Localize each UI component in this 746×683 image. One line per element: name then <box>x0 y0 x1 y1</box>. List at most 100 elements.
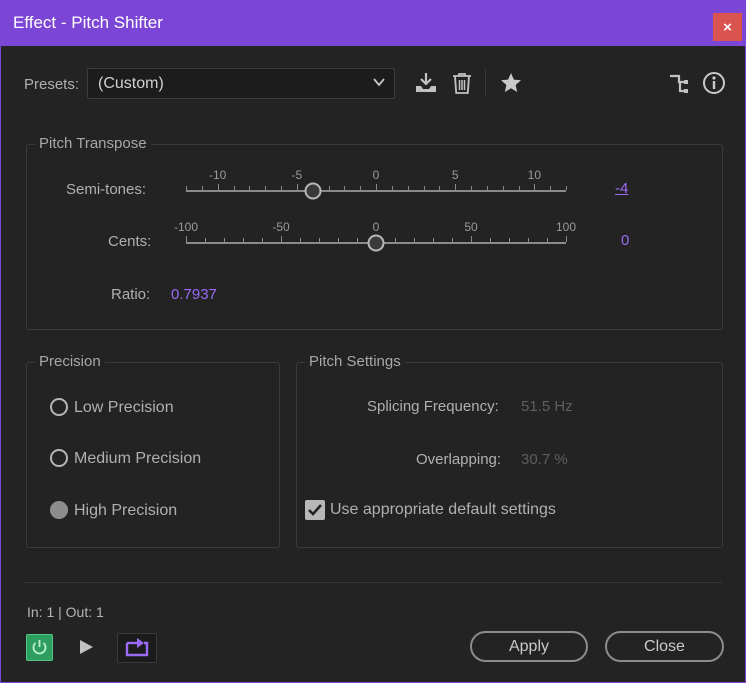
semitones-tick <box>249 186 250 190</box>
cents-tick <box>319 238 320 242</box>
semitones-tick <box>534 184 535 190</box>
semitones-tick <box>550 186 551 190</box>
splicing-frequency-value: 51.5 Hz <box>521 398 573 415</box>
cents-tick <box>566 236 567 242</box>
pitch-transpose-title: Pitch Transpose <box>35 135 151 152</box>
close-icon: × <box>723 18 732 36</box>
presets-dropdown[interactable]: (Custom) <box>87 68 395 99</box>
semitones-tick <box>218 184 219 190</box>
cents-tick <box>262 238 263 242</box>
io-channels: In: 1 | Out: 1 <box>27 604 104 620</box>
pitch-settings-group <box>296 362 723 548</box>
cents-tick <box>547 238 548 242</box>
cents-thumb[interactable] <box>367 234 385 252</box>
high-precision-label[interactable]: High Precision <box>74 502 177 520</box>
cents-tick <box>300 238 301 242</box>
cents-tick <box>471 236 472 242</box>
semitones-tick <box>186 186 187 190</box>
delete-preset-icon[interactable] <box>450 71 474 95</box>
cents-tick <box>395 238 396 242</box>
semitones-tick-label: 10 <box>527 168 542 182</box>
cents-tick <box>452 238 453 242</box>
low-precision-radio[interactable] <box>50 398 68 416</box>
overlapping-label: Overlapping: <box>416 451 502 468</box>
semitones-tick <box>234 186 235 190</box>
semitones-tick <box>281 186 282 190</box>
loop-toggle[interactable] <box>117 633 157 663</box>
cents-label: Cents: <box>108 233 152 250</box>
semitones-tick <box>376 184 377 190</box>
effect-window: Effect - Pitch Shifter × Presets: (Custo… <box>0 0 746 683</box>
loop-icon <box>125 638 149 657</box>
semitones-tick <box>566 186 567 190</box>
semitones-tick-label: 0 <box>372 168 380 182</box>
chevron-down-icon <box>373 78 385 87</box>
cents-tick-label: 100 <box>555 220 577 234</box>
cents-tick <box>509 238 510 242</box>
low-precision-label[interactable]: Low Precision <box>74 399 174 417</box>
cents-tick-label: 50 <box>464 220 478 234</box>
window-title: Effect - Pitch Shifter <box>13 13 163 32</box>
cents-tick <box>490 238 491 242</box>
cents-tick <box>357 238 358 242</box>
cents-tick <box>528 238 529 242</box>
footer-divider <box>25 582 722 583</box>
semitones-tick <box>424 186 425 190</box>
semitones-tick <box>392 186 393 190</box>
close-button[interactable]: Close <box>605 631 724 662</box>
semitones-thumb[interactable] <box>304 182 322 200</box>
semitones-tick <box>202 186 203 190</box>
play-icon[interactable] <box>77 638 95 656</box>
presets-label: Presets: <box>24 76 80 93</box>
semitones-tick <box>519 186 520 190</box>
semitones-tick <box>408 186 409 190</box>
medium-precision-radio[interactable] <box>50 449 68 467</box>
presets-selected-value: (Custom) <box>98 75 164 92</box>
ratio-label: Ratio: <box>111 286 151 303</box>
overlapping-value: 30.7 % <box>521 451 568 468</box>
semitones-tick <box>297 184 298 190</box>
default-settings-label[interactable]: Use appropriate default settings <box>330 501 556 519</box>
splicing-frequency-label: Splicing Frequency: <box>367 398 499 415</box>
cents-tick <box>243 238 244 242</box>
checkmark-icon <box>308 504 322 516</box>
cents-tick <box>205 238 206 242</box>
cents-tick-label: -100 <box>173 220 199 234</box>
semitones-tick <box>360 186 361 190</box>
medium-precision-label[interactable]: Medium Precision <box>74 450 201 468</box>
semitones-tick <box>329 186 330 190</box>
cents-tick-label: 0 <box>372 220 380 234</box>
semitones-tick <box>265 186 266 190</box>
semitones-tick-label: -10 <box>208 168 227 182</box>
cents-tick <box>414 238 415 242</box>
pitch-settings-title: Pitch Settings <box>305 353 405 370</box>
semitones-tick <box>455 184 456 190</box>
semitones-tick <box>439 186 440 190</box>
cents-tick <box>186 236 187 242</box>
semitones-tick-label: 5 <box>451 168 459 182</box>
semitones-tick-label: -5 <box>291 168 303 182</box>
cents-value[interactable]: 0 <box>621 232 629 249</box>
cents-tick <box>338 238 339 242</box>
power-icon <box>32 640 47 655</box>
cents-tick <box>433 238 434 242</box>
routing-icon[interactable] <box>668 72 692 96</box>
info-icon[interactable] <box>702 71 726 95</box>
precision-title: Precision <box>35 353 105 370</box>
default-settings-checkbox[interactable] <box>305 500 325 520</box>
window-close-button[interactable]: × <box>713 13 742 41</box>
title-bar[interactable]: Effect - Pitch Shifter × <box>1 1 745 46</box>
ratio-value: 0.7937 <box>171 286 217 303</box>
cents-tick <box>281 236 282 242</box>
save-preset-icon[interactable] <box>414 71 438 95</box>
semitones-tick <box>503 186 504 190</box>
power-toggle[interactable] <box>26 634 53 661</box>
high-precision-radio[interactable] <box>50 501 68 519</box>
semitones-label: Semi-tones: <box>66 181 147 198</box>
semitones-track[interactable] <box>186 190 566 192</box>
apply-button[interactable]: Apply <box>470 631 588 662</box>
toolbar-separator <box>485 69 486 97</box>
semitones-tick <box>487 186 488 190</box>
favorite-star-icon[interactable] <box>499 71 523 95</box>
semitones-value[interactable]: -4 <box>615 180 628 197</box>
